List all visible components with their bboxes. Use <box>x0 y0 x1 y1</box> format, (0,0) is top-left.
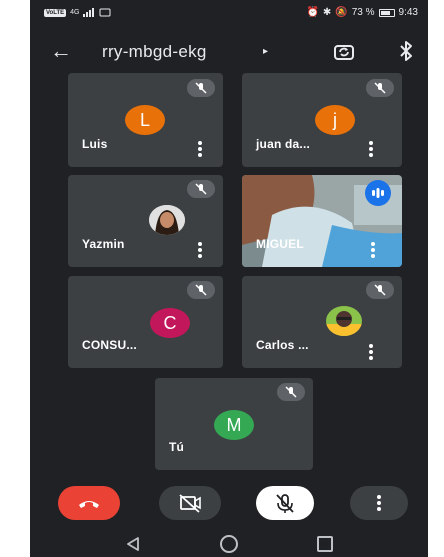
signal-icon <box>83 8 95 17</box>
avatar: j <box>315 105 355 135</box>
camera-off-icon <box>179 494 201 513</box>
battery-icon <box>378 8 395 17</box>
mic-muted-icon <box>187 180 215 198</box>
avatar <box>326 306 362 336</box>
phone-screen: VoLTE 4G ⏰ ✱ 🔕 73 % 9:43 ← rry-mbgd-ekg … <box>30 0 428 557</box>
participant-name: Carlos ... <box>256 338 309 352</box>
phone-hangup-icon <box>79 501 99 508</box>
more-vert-icon[interactable] <box>368 141 374 157</box>
more-options-button[interactable] <box>350 486 408 520</box>
avatar: L <box>125 105 165 135</box>
participant-name: Tú <box>169 440 185 454</box>
cast-icon <box>99 8 111 17</box>
mic-off-icon <box>276 494 294 513</box>
mic-muted-icon <box>277 383 305 401</box>
participant-name: CONSU... <box>82 338 137 352</box>
participant-name: juan da... <box>256 137 311 151</box>
nav-back-icon[interactable] <box>125 536 141 552</box>
android-nav-bar <box>30 530 428 557</box>
participant-name: Luis <box>82 137 108 151</box>
participant-tile-carlos[interactable]: Carlos ... <box>242 276 402 368</box>
participant-tile-yazmin[interactable]: Yazmin <box>68 175 223 267</box>
more-vert-icon <box>376 495 382 511</box>
switch-camera-icon[interactable] <box>332 40 356 64</box>
microphone-toggle-button[interactable] <box>256 486 314 520</box>
participant-name: MIGUEL <box>256 237 304 251</box>
network-type: 4G <box>70 9 80 16</box>
participant-tile-miguel[interactable]: MIGUEL <box>242 175 402 267</box>
status-bar: VoLTE 4G ⏰ ✱ 🔕 73 % 9:43 <box>30 0 428 26</box>
meeting-header: ← rry-mbgd-ekg ▸ <box>30 36 428 68</box>
more-vert-icon[interactable] <box>197 242 203 258</box>
mic-muted-icon <box>366 79 394 97</box>
participant-tile-juan[interactable]: j juan da... <box>242 73 402 167</box>
speaking-indicator-icon <box>365 180 391 206</box>
end-call-button[interactable] <box>58 486 120 520</box>
mic-muted-icon <box>187 281 215 299</box>
more-vert-icon[interactable] <box>368 344 374 360</box>
avatar: M <box>214 410 254 440</box>
volte-badge: VoLTE <box>44 8 67 17</box>
more-vert-icon[interactable] <box>197 141 203 157</box>
meeting-details-caret-icon[interactable]: ▸ <box>263 46 268 57</box>
clock: 9:43 <box>398 7 418 18</box>
mic-muted-icon <box>366 281 394 299</box>
meeting-code[interactable]: rry-mbgd-ekg <box>102 42 207 62</box>
self-tile[interactable]: M Tú <box>155 378 313 470</box>
avatar: C <box>150 308 190 338</box>
battery-percent: 73 % <box>351 7 375 18</box>
nav-recents-icon[interactable] <box>317 536 333 552</box>
mic-muted-icon <box>187 79 215 97</box>
participant-name: Yazmin <box>82 237 125 251</box>
nav-home-icon[interactable] <box>220 535 238 553</box>
bluetooth-audio-icon[interactable] <box>394 39 418 63</box>
mute-status-icon: 🔕 <box>335 7 348 18</box>
participant-tile-luis[interactable]: L Luis <box>68 73 223 167</box>
camera-toggle-button[interactable] <box>159 486 221 520</box>
participant-tile-consu[interactable]: C CONSU... <box>68 276 223 368</box>
alarm-icon: ⏰ <box>306 7 319 18</box>
avatar <box>149 205 185 235</box>
bluetooth-status-icon: ✱ <box>322 7 332 18</box>
back-arrow-icon[interactable]: ← <box>48 38 74 64</box>
more-vert-icon[interactable] <box>370 242 376 258</box>
